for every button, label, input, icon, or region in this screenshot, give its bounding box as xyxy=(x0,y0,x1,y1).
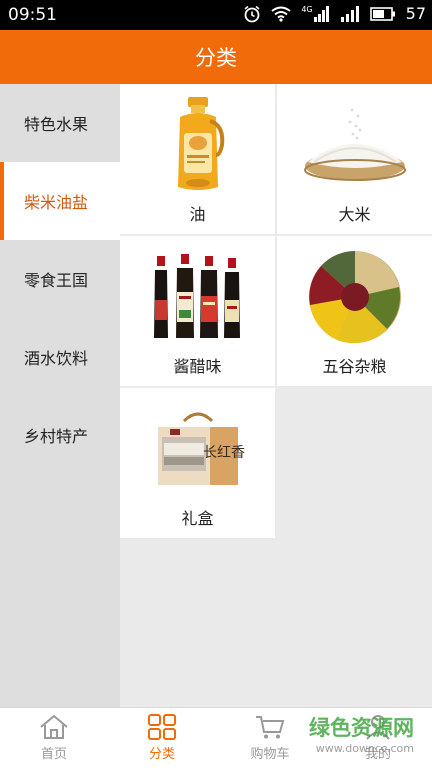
category-tile-sauce[interactable]: 酱醋味 xyxy=(120,236,275,386)
tab-label: 购物车 xyxy=(250,747,290,762)
sidebar-item-local-specialties[interactable]: 乡村特产 xyxy=(0,396,120,474)
signal-icon xyxy=(340,5,360,22)
grains-image xyxy=(277,244,432,349)
sidebar-item-label: 柴米油盐 xyxy=(24,193,89,212)
sidebar-item-label: 零食王国 xyxy=(24,271,89,290)
category-label: 酱醋味 xyxy=(173,357,222,376)
category-label: 五谷杂粮 xyxy=(322,357,387,376)
sidebar-item-label: 酒水饮料 xyxy=(24,349,89,368)
gift-box-image: 长红香 xyxy=(120,396,275,501)
bottom-tab-bar: 首页 分类 购物车 我的 xyxy=(0,707,432,768)
tab-label: 首页 xyxy=(40,747,67,762)
category-sidebar: 特色水果 柴米油盐 零食王国 酒水饮料 乡村特产 xyxy=(0,84,120,707)
battery-level: 57 xyxy=(405,4,426,23)
cart-icon xyxy=(254,714,286,740)
category-label: 礼盒 xyxy=(181,509,214,528)
gift-box-brand-text: 长红香 xyxy=(203,445,245,461)
signal-4g-label: 4G xyxy=(301,4,313,14)
sidebar-item-label: 特色水果 xyxy=(24,115,89,134)
wifi-icon xyxy=(271,6,291,22)
status-time: 09:51 xyxy=(8,5,57,25)
category-tile-gift-box[interactable]: 长红香 礼盒 xyxy=(120,388,275,538)
alarm-icon xyxy=(243,5,261,23)
category-label: 油 xyxy=(189,205,206,224)
oil-bottle-image xyxy=(120,92,275,197)
status-bar: 09:51 4G 57 xyxy=(0,0,432,30)
page-title: 分类 xyxy=(195,46,237,70)
status-icons: 4G 57 xyxy=(243,4,426,23)
category-label: 大米 xyxy=(338,205,371,224)
sauce-bottles-image xyxy=(120,244,275,349)
tab-category[interactable]: 分类 xyxy=(108,708,216,768)
tab-home[interactable]: 首页 xyxy=(0,708,108,768)
tab-label: 我的 xyxy=(364,747,391,762)
category-tile-rice[interactable]: 大米 xyxy=(277,84,432,234)
category-tile-grains[interactable]: 五谷杂粮 xyxy=(277,236,432,386)
sidebar-item-label: 乡村特产 xyxy=(24,427,89,446)
sidebar-item-snacks[interactable]: 零食王国 xyxy=(0,240,120,318)
header: 分类 xyxy=(0,30,432,84)
grid-icon xyxy=(148,714,176,740)
category-grid: 油 大米 酱醋味 五谷杂粮 长红香 礼盒 xyxy=(120,84,432,538)
category-grid-area: 油 大米 酱醋味 五谷杂粮 长红香 礼盒 xyxy=(120,84,432,707)
home-icon xyxy=(38,714,70,740)
tab-cart[interactable]: 购物车 xyxy=(216,708,324,768)
sidebar-item-fruit[interactable]: 特色水果 xyxy=(0,84,120,162)
sidebar-item-staples[interactable]: 柴米油盐 xyxy=(0,162,120,240)
sidebar-item-drinks[interactable]: 酒水饮料 xyxy=(0,318,120,396)
battery-icon xyxy=(369,6,396,21)
signal-4g-icon: 4G xyxy=(301,4,329,22)
tab-profile[interactable]: 我的 xyxy=(324,708,432,768)
tab-label: 分类 xyxy=(148,747,175,762)
user-icon xyxy=(364,714,392,740)
category-tile-oil[interactable]: 油 xyxy=(120,84,275,234)
rice-bowl-image xyxy=(277,92,432,197)
